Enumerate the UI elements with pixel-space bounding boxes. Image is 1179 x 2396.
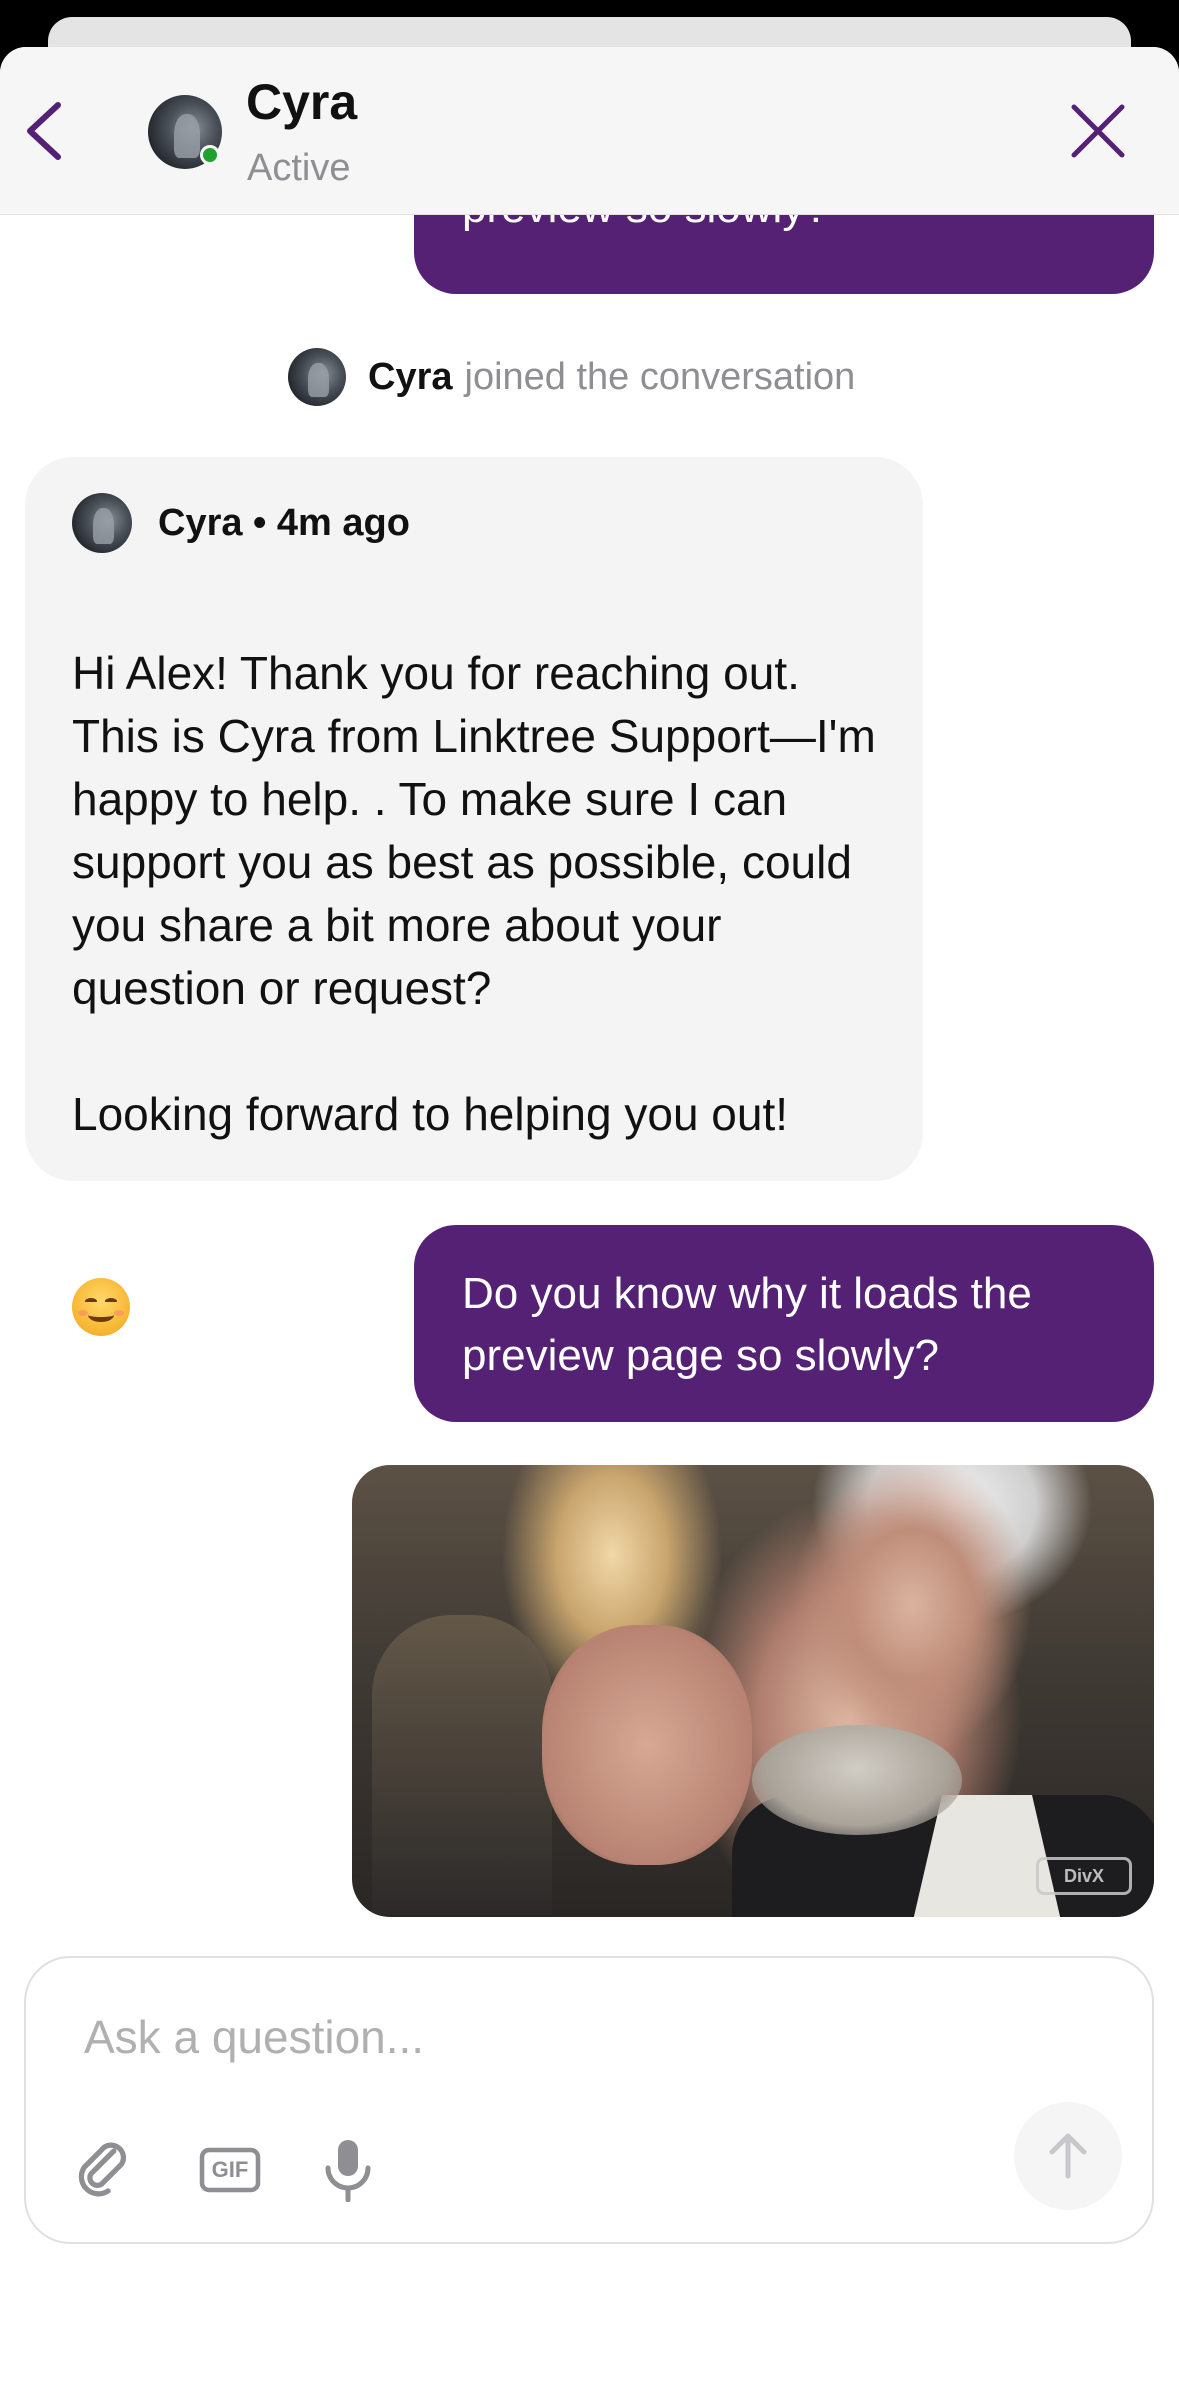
message-text: Do you know why it loads the preview pag…	[462, 1269, 1032, 1380]
chat-sheet: Cyra Active preview so slowly? Cyra join…	[0, 47, 1179, 2396]
close-button[interactable]	[1068, 101, 1128, 161]
chevron-left-icon	[27, 102, 61, 160]
online-status-dot	[200, 145, 220, 165]
message-meta: Cyra • 4m ago	[72, 493, 410, 553]
agent-name: Cyra	[246, 74, 358, 130]
gif-message[interactable]: DivX	[352, 1465, 1154, 1917]
incoming-message-bubble: Cyra • 4m ago Hi Alex! Thank you for rea…	[25, 457, 923, 1336]
agent-status: Active	[247, 147, 351, 189]
microphone-icon	[325, 2140, 371, 2203]
message-sender-time: Cyra • 4m ago	[158, 501, 410, 544]
message-composer: GIF	[24, 1956, 1154, 2244]
close-icon	[1071, 104, 1125, 158]
agent-avatar-small	[72, 493, 132, 553]
gif-button[interactable]: GIF	[198, 2138, 262, 2202]
incoming-message-body: Hi Alex! Thank you for reaching out. Thi…	[72, 647, 876, 1140]
agent-avatar	[148, 95, 222, 169]
gif-label: GIF	[211, 2157, 249, 2182]
question-input[interactable]	[84, 2002, 984, 2072]
agent-avatar-small	[288, 348, 346, 406]
paperclip-icon	[78, 2142, 126, 2197]
system-event-name: Cyra	[368, 355, 453, 398]
arrow-up-icon	[1049, 2133, 1087, 2179]
send-button[interactable]	[1014, 2102, 1122, 2210]
outgoing-message-bubble: Do you know why it loads the preview pag…	[414, 1225, 1154, 1422]
smiling-face-emoji-icon	[72, 1277, 130, 1336]
system-event: Cyra joined the conversation	[288, 347, 855, 407]
system-event-text: joined the conversation	[464, 355, 856, 398]
chat-header: Cyra Active	[0, 47, 1179, 215]
gif-watermark: DivX	[1036, 1857, 1132, 1895]
microphone-button[interactable]	[316, 2138, 380, 2203]
back-button[interactable]	[22, 99, 70, 163]
attach-button[interactable]	[74, 2138, 138, 2202]
incoming-message-text: Hi Alex! Thank you for reaching out. Thi…	[72, 579, 892, 1336]
